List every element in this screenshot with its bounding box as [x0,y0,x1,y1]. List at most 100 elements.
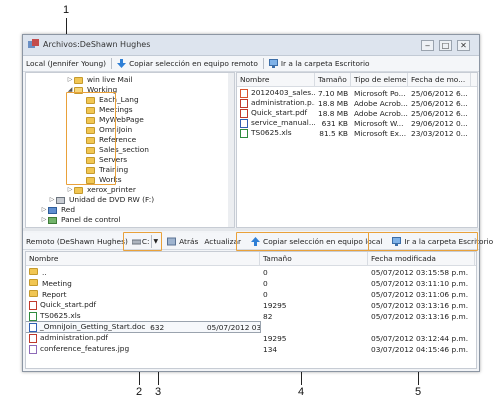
file-date-cell: 23/03/2012 0... [411,128,468,138]
tree-item[interactable]: ▷ Panel de control [40,215,121,225]
tree-item[interactable]: ▷ xerox_printer [66,185,136,195]
tree-item[interactable]: ▷ Red [40,205,75,215]
file-name-cell: Report [26,289,260,299]
file-size-cell: 19295 [263,333,287,343]
file-icon [240,88,248,98]
window-title: Archivos:DeShawn Hughes [43,40,151,49]
file-type-cell: Adobe Acrob... [354,108,408,118]
file-size-cell: 81.5 KB [319,128,348,138]
file-date-cell: 25/06/2012 6... [411,108,468,118]
file-name: 20120403_sales.... [251,88,315,98]
table-row[interactable]: administration.p... 18.8 MB Adobe Acrob...… [237,98,477,108]
table-row[interactable]: 20120403_sales.... 7.10 MB Microsoft Po...… [237,88,477,98]
file-name: conference_features.jpg [40,344,130,354]
file-name-cell: administration.p... [237,98,315,108]
callout-4: 4 [298,386,305,398]
file-name: Report [42,289,67,299]
table-row[interactable]: Meeting 0 05/07/2012 03:11:10 p.m. [26,278,476,288]
file-size-cell: 0 [263,289,268,299]
file-name: TS0625.xls [40,311,81,321]
file-transfer-window: Archivos:DeShawn Hughes ‒ □ ✕ Local (Jen… [22,34,493,372]
file-size-cell: 0 [263,267,268,277]
folder-icon [29,278,38,286]
tree-item-label: win live Mail [87,75,133,84]
file-name-cell: TS0625.xls [237,128,315,138]
local-label: Local (Jennifer Young) [26,59,107,68]
expand-arrow-icon[interactable]: ▷ [40,215,48,225]
table-row[interactable]: Quick_start.pdf 19295 05/07/2012 03:13:16 … [26,300,476,310]
network-icon [48,206,57,214]
file-size-cell: 18.8 MB [318,108,349,118]
table-row[interactable]: administration.pdf 19295 05/07/2012 03:12:… [26,333,476,343]
expand-arrow-icon[interactable]: ▷ [48,195,56,205]
file-name-cell: administration.pdf [26,333,260,343]
table-row[interactable]: conference_features.jpg 134 03/07/2012 04:… [26,344,476,354]
file-date-cell: 05/07/2012 03:11:10 p.m. [371,278,469,288]
column-header-name[interactable]: Nombre [237,73,315,86]
file-name-cell: _OmniJoin_Getting_Start.doc [26,322,147,332]
tree-item[interactable]: ▷ Unidad de DVD RW (F:) [48,195,154,205]
table-row[interactable]: TS0625.xls 81.5 KB Microsoft Ex... 23/03/20… [237,128,477,138]
file-size-cell: 19295 [263,300,287,310]
column-header-date[interactable]: Fecha de mo... [408,73,471,86]
remote-list-header: Nombre Tamaño Fecha modificada [26,252,476,266]
tree-item[interactable]: ▷ win live Mail [66,75,133,85]
column-header-type[interactable]: Tipo de eleme... [351,73,408,86]
copy-to-remote-button[interactable]: Copiar selección en equipo remoto [114,57,261,70]
local-desktop-label: Ir a la carpeta Escritorio [280,59,370,68]
file-date-cell: 25/06/2012 6... [411,88,468,98]
tree-item-label: xerox_printer [87,185,136,194]
file-date-cell: 03/07/2012 04:15:46 p.m. [371,344,469,354]
tree-item-label: Panel de control [61,215,121,224]
file-name-cell: Quick_start.pdf [26,300,260,310]
file-icon [240,128,248,138]
tree-item-label: Unidad de DVD RW (F:) [69,195,155,204]
file-name: Quick_start.pdf [251,108,308,118]
local-desktop-button[interactable]: Ir a la carpeta Escritorio [266,57,373,70]
expand-arrow-icon[interactable]: ▷ [66,185,74,195]
table-row[interactable]: Report 0 05/07/2012 03:11:06 p.m. [26,289,476,299]
table-row[interactable]: TS0625.xls 82 05/07/2012 03:13:16 p.m. [26,311,476,321]
pane-splitter[interactable] [23,228,479,231]
minimize-button[interactable]: ‒ [421,40,434,51]
file-date-cell: 05/07/2012 03:15:58 p.m. [371,267,469,277]
file-type-cell: Microsoft Ex... [354,128,407,138]
table-row[interactable]: _OmniJoin_Getting_Start.doc 632 05/07/2012… [26,321,261,333]
local-toolbar: Local (Jennifer Young) Copiar selección … [23,56,479,72]
xls-file-icon [29,311,37,321]
column-header-date[interactable]: Fecha modificada [368,252,475,265]
close-button[interactable]: ✕ [457,40,470,51]
table-row[interactable]: .. 0 05/07/2012 03:15:58 p.m. [26,267,476,277]
file-size-cell: 18.8 MB [318,98,349,108]
expand-arrow-icon[interactable]: ▷ [66,75,74,85]
local-list-header: Nombre Tamaño Tipo de eleme... Fecha de … [237,73,477,87]
column-header-size[interactable]: Tamaño [260,252,368,265]
file-date-cell: 05/07/2012 03:13:16 p.m. [371,311,469,321]
pdf-file-icon [29,300,37,310]
back-button[interactable]: Atrás [164,235,201,248]
file-date-cell: 29/06/2012 0... [411,118,468,128]
file-icon [240,108,248,118]
folder-icon [74,186,83,194]
table-row[interactable]: service_manual.... 631 KB Microsoft W... 29… [237,118,477,128]
file-name: service_manual.... [251,118,315,128]
toolbar-separator [262,58,264,69]
file-name-cell: TS0625.xls [26,311,260,321]
file-name: Meeting [42,278,72,288]
control-panel-icon [48,216,57,224]
remote-label: Remoto (DeShawn Hughes) [26,236,128,246]
column-header-name[interactable]: Nombre [26,252,260,265]
file-date-cell: 05/07/2012 03:13:18 p.m. [206,322,260,332]
table-row[interactable]: Quick_start.pdf 18.8 MB Adobe Acrob... 25/0… [237,108,477,118]
title-bar: Archivos:DeShawn Hughes ‒ □ ✕ [23,35,479,56]
file-size-cell: 7.10 MB [318,88,349,98]
expand-arrow-icon[interactable]: ▷ [40,205,48,215]
tree-scrollbar[interactable] [228,73,234,227]
app-icon [28,39,39,48]
file-type-cell: Adobe Acrob... [354,98,408,108]
column-header-size[interactable]: Tamaño [315,73,351,86]
maximize-button[interactable]: □ [439,40,452,51]
file-icon [240,118,248,128]
file-size-cell: 631 KB [321,118,348,128]
local-folder-tree: ▷ win live Mail ◢ Working Each_Lang Meetings M… [25,72,235,228]
